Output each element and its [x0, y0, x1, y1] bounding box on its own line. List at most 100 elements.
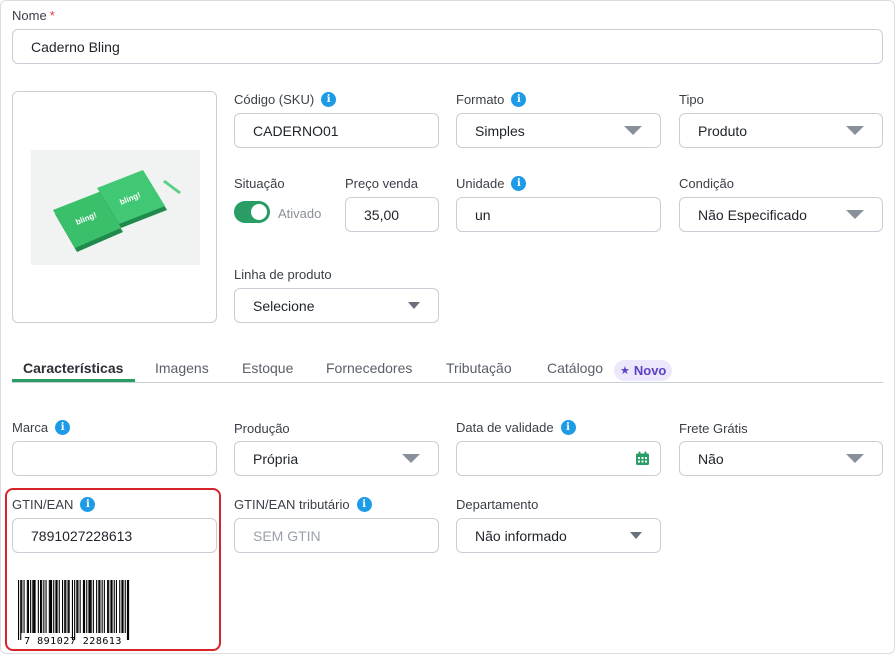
barcode-bar	[23, 580, 25, 633]
barcode-bar	[71, 580, 73, 640]
gtin-trib-placeholder: SEM GTIN	[253, 527, 321, 544]
info-icon[interactable]: i	[356, 497, 372, 512]
barcode-bar	[30, 580, 32, 633]
barcode-bar	[126, 580, 128, 640]
barcode-bar	[32, 580, 34, 633]
barcode-bar	[49, 580, 51, 633]
barcode-bar	[67, 580, 69, 633]
info-icon[interactable]: i	[511, 92, 527, 107]
preco-value: 35,00	[364, 206, 400, 223]
barcode-bar	[98, 580, 100, 633]
barcode-bar	[40, 580, 42, 633]
chevron-down-icon	[846, 454, 864, 463]
chevron-down-icon	[846, 210, 864, 219]
barcode-bar	[27, 580, 29, 633]
info-icon[interactable]: i	[511, 176, 527, 191]
tab-tributacao[interactable]: Tributação	[446, 360, 512, 376]
unidade-input[interactable]: un	[456, 197, 661, 232]
marca-input[interactable]	[12, 441, 217, 476]
validade-input[interactable]	[456, 441, 661, 476]
tipo-value: Produto	[698, 122, 748, 139]
barcode-bar	[18, 580, 20, 640]
novo-badge: ★ Novo	[614, 360, 673, 381]
situacao-toggle[interactable]	[234, 201, 270, 223]
barcode-digits: 7 891027 228613	[24, 636, 122, 646]
formato-label: Formato i	[456, 92, 527, 107]
barcode-bar	[55, 580, 57, 633]
product-photo: bling! bling!	[31, 150, 200, 265]
departamento-select[interactable]: Não informado	[456, 518, 661, 553]
linha-label: Linha de produto	[234, 267, 332, 282]
barcode-bar	[68, 580, 70, 633]
tab-estoque[interactable]: Estoque	[242, 360, 293, 376]
barcode-bar	[89, 580, 91, 633]
gtin-value: 7891027228613	[31, 527, 133, 544]
toggle-knob	[251, 204, 267, 220]
preco-input[interactable]: 35,00	[345, 197, 439, 232]
barcode-bar	[20, 580, 22, 640]
barcode-bar	[76, 580, 78, 633]
barcode-bar	[110, 580, 112, 633]
frete-label: Frete Grátis	[679, 421, 748, 436]
gtin-trib-label: GTIN/EAN tributário i	[234, 497, 372, 512]
gtin-input[interactable]: 7891027228613	[12, 518, 217, 553]
barcode-bar	[56, 580, 58, 633]
barcode-bar	[34, 580, 36, 633]
info-icon[interactable]: i	[321, 92, 337, 107]
frete-select[interactable]: Não	[679, 441, 883, 476]
formato-select[interactable]: Simples	[456, 113, 661, 148]
tab-caracteristicas[interactable]: Características	[23, 360, 123, 376]
tipo-label: Tipo	[679, 92, 704, 107]
linha-value: Selecione	[253, 297, 315, 314]
chevron-down-icon	[846, 126, 864, 135]
sku-value: CADERNO01	[253, 122, 339, 139]
barcode-bar	[96, 580, 98, 633]
unidade-value: un	[475, 206, 491, 223]
validade-label: Data de validade i	[456, 420, 576, 435]
barcode-bar	[90, 580, 92, 633]
preco-label: Preço venda	[345, 176, 418, 191]
linha-select[interactable]: Selecione	[234, 288, 439, 323]
producao-select[interactable]: Própria	[234, 441, 439, 476]
tab-fornecedores[interactable]: Fornecedores	[326, 360, 412, 376]
barcode-bar	[101, 580, 103, 633]
barcode-bar	[99, 580, 101, 633]
barcode-bar	[121, 580, 123, 633]
calendar-icon[interactable]	[635, 451, 650, 466]
barcode-bar	[107, 580, 109, 633]
tab-catalogo[interactable]: Catálogo	[547, 360, 603, 376]
barcode-bar	[53, 580, 55, 633]
condicao-select[interactable]: Não Especificado	[679, 197, 883, 232]
gtin-trib-input[interactable]: SEM GTIN	[234, 518, 439, 553]
tipo-select[interactable]: Produto	[679, 113, 883, 148]
product-image-box[interactable]: bling! bling!	[12, 91, 217, 323]
tab-imagens[interactable]: Imagens	[155, 360, 209, 376]
barcode-bar	[48, 580, 50, 633]
barcode-bar	[79, 580, 81, 633]
barcode-image: 7 891027 228613	[18, 580, 130, 646]
marca-label: Marca i	[12, 420, 71, 435]
nome-input[interactable]: Caderno Bling	[12, 29, 883, 64]
info-icon[interactable]: i	[560, 420, 576, 435]
barcode-bar	[74, 580, 76, 640]
info-icon[interactable]: i	[55, 420, 71, 435]
situacao-label: Situação	[234, 176, 285, 191]
barcode-bar	[128, 580, 130, 640]
barcode-bar	[37, 580, 39, 633]
barcode-bar	[103, 580, 105, 633]
info-icon[interactable]: i	[80, 497, 96, 512]
departamento-value: Não informado	[475, 527, 567, 544]
barcode-bar	[86, 580, 88, 633]
barcode-bar	[45, 580, 47, 633]
barcode-bar	[43, 580, 45, 633]
barcode-bar	[124, 580, 126, 633]
barcode-bar	[92, 580, 94, 633]
barcode-bar	[111, 580, 113, 633]
sku-input[interactable]: CADERNO01	[234, 113, 439, 148]
sku-label: Código (SKU) i	[234, 92, 337, 107]
chevron-down-icon	[624, 126, 642, 135]
condicao-label: Condição	[679, 176, 734, 191]
nome-label: Nome *	[12, 8, 55, 23]
barcode-bar	[41, 580, 43, 633]
barcode-bar	[88, 580, 90, 633]
